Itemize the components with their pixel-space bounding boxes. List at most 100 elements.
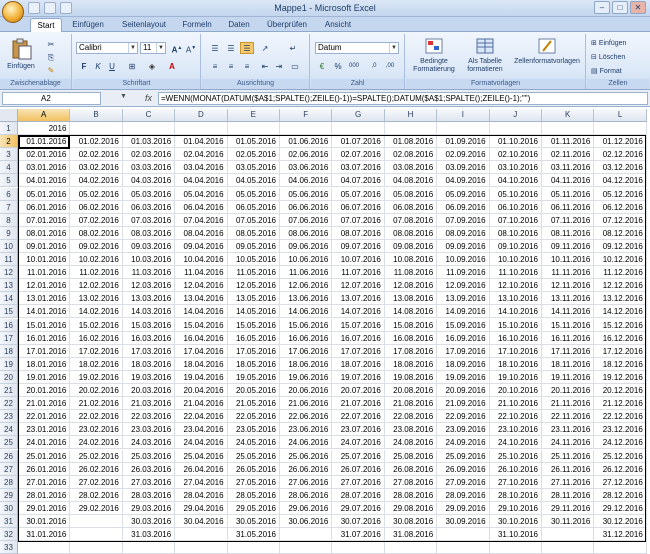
cell-c32[interactable]: 31.03.2016: [122, 528, 176, 542]
cell-c13[interactable]: 12.03.2016: [122, 279, 176, 293]
cell-h20[interactable]: 19.08.2016: [384, 370, 438, 384]
column-header-l[interactable]: L: [594, 109, 647, 122]
currency-icon[interactable]: €: [315, 60, 329, 72]
cell-b14[interactable]: 13.02.2016: [70, 292, 123, 306]
cell-e25[interactable]: 24.05.2016: [227, 436, 280, 450]
cell-g31[interactable]: 30.07.2016: [332, 515, 385, 529]
cell-g12[interactable]: 11.07.2016: [332, 266, 385, 280]
insert-function-icon[interactable]: fx: [145, 92, 157, 105]
cell-b4[interactable]: 03.02.2016: [70, 161, 123, 175]
row-header[interactable]: 22: [0, 397, 18, 411]
cell-f24[interactable]: 23.06.2016: [280, 423, 333, 437]
cell-g22[interactable]: 21.07.2016: [332, 397, 385, 411]
cell-j4[interactable]: 03.10.2016: [489, 161, 542, 175]
cell-j20[interactable]: 19.10.2016: [489, 370, 542, 384]
column-header-h[interactable]: H: [384, 109, 438, 122]
cell-e26[interactable]: 25.05.2016: [227, 449, 280, 463]
cell-c16[interactable]: 15.03.2016: [122, 318, 176, 332]
cell-d18[interactable]: 17.04.2016: [175, 344, 228, 358]
cell-b24[interactable]: 23.02.2016: [70, 423, 123, 437]
close-button[interactable]: ✕: [630, 1, 646, 14]
cell-k1[interactable]: [542, 122, 595, 136]
align-left-icon[interactable]: ≡: [208, 60, 222, 72]
cell-c1[interactable]: [122, 122, 176, 136]
cell-k26[interactable]: 25.11.2016: [542, 449, 595, 463]
cell-j13[interactable]: 12.10.2016: [489, 279, 542, 293]
cell-f32[interactable]: [280, 528, 333, 542]
cell-b10[interactable]: 09.02.2016: [70, 239, 123, 253]
cell-g7[interactable]: 06.07.2016: [332, 200, 385, 214]
cut-icon[interactable]: ✂: [44, 38, 58, 50]
cell-e16[interactable]: 15.05.2016: [227, 318, 280, 332]
cell-a3[interactable]: 02.01.2016: [18, 148, 71, 162]
row-header[interactable]: 17: [0, 331, 18, 345]
cell-d3[interactable]: 02.04.2016: [175, 148, 228, 162]
cell-a1[interactable]: 2016: [18, 122, 71, 136]
cell-i21[interactable]: 20.09.2016: [437, 384, 490, 398]
cell-e14[interactable]: 13.05.2016: [227, 292, 280, 306]
cell-i13[interactable]: 12.09.2016: [437, 279, 490, 293]
cell-g19[interactable]: 18.07.2016: [332, 357, 385, 371]
cell-a11[interactable]: 10.01.2016: [18, 253, 71, 267]
cell-e30[interactable]: 29.05.2016: [227, 501, 280, 515]
cell-g5[interactable]: 04.07.2016: [332, 174, 385, 188]
column-header-c[interactable]: C: [122, 109, 176, 122]
cell-b31[interactable]: [70, 515, 123, 529]
cell-d31[interactable]: 30.04.2016: [175, 515, 228, 529]
cell-i27[interactable]: 26.09.2016: [437, 462, 490, 476]
cell-d29[interactable]: 28.04.2016: [175, 488, 228, 502]
cell-g8[interactable]: 07.07.2016: [332, 213, 385, 227]
cell-a9[interactable]: 08.01.2016: [18, 226, 71, 240]
cell-l30[interactable]: 29.12.2016: [594, 501, 647, 515]
cell-k20[interactable]: 19.11.2016: [542, 370, 595, 384]
cell-i14[interactable]: 13.09.2016: [437, 292, 490, 306]
row-header[interactable]: 28: [0, 475, 18, 489]
cell-c26[interactable]: 25.03.2016: [122, 449, 176, 463]
row-header[interactable]: 25: [0, 436, 18, 450]
cell-k7[interactable]: 06.11.2016: [542, 200, 595, 214]
cell-b9[interactable]: 08.02.2016: [70, 226, 123, 240]
cell-g25[interactable]: 24.07.2016: [332, 436, 385, 450]
cell-f20[interactable]: 19.06.2016: [280, 370, 333, 384]
cell-j31[interactable]: 30.10.2016: [489, 515, 542, 529]
tab-seitenlayout[interactable]: Seitenlayout: [118, 18, 170, 32]
cell-d4[interactable]: 03.04.2016: [175, 161, 228, 175]
cell-k15[interactable]: 14.11.2016: [542, 305, 595, 319]
row-header[interactable]: 32: [0, 528, 18, 542]
cell-f1[interactable]: [280, 122, 333, 136]
cell-g30[interactable]: 29.07.2016: [332, 501, 385, 515]
cell-i19[interactable]: 18.09.2016: [437, 357, 490, 371]
cell-b30[interactable]: 29.02.2016: [70, 501, 123, 515]
cell-h11[interactable]: 10.08.2016: [384, 253, 438, 267]
cell-b21[interactable]: 20.02.2016: [70, 384, 123, 398]
row-header[interactable]: 7: [0, 200, 18, 214]
cell-l23[interactable]: 22.12.2016: [594, 410, 647, 424]
cell-j30[interactable]: 29.10.2016: [489, 501, 542, 515]
cell-f22[interactable]: 21.06.2016: [280, 397, 333, 411]
cell-d10[interactable]: 09.04.2016: [175, 239, 228, 253]
format-as-table-button[interactable]: Als Tabelle formatieren: [462, 37, 508, 74]
cell-h28[interactable]: 27.08.2016: [384, 475, 438, 489]
cell-j1[interactable]: [489, 122, 542, 136]
cell-j5[interactable]: 04.10.2016: [489, 174, 542, 188]
cell-a22[interactable]: 21.01.2016: [18, 397, 71, 411]
cell-g11[interactable]: 10.07.2016: [332, 253, 385, 267]
cell-j33[interactable]: [489, 541, 542, 554]
cell-k10[interactable]: 09.11.2016: [542, 239, 595, 253]
row-header[interactable]: 2: [0, 135, 18, 149]
cell-j15[interactable]: 14.10.2016: [489, 305, 542, 319]
cell-d5[interactable]: 04.04.2016: [175, 174, 228, 188]
cell-e22[interactable]: 21.05.2016: [227, 397, 280, 411]
cell-i15[interactable]: 14.09.2016: [437, 305, 490, 319]
cell-f16[interactable]: 15.06.2016: [280, 318, 333, 332]
cell-j24[interactable]: 23.10.2016: [489, 423, 542, 437]
cell-l21[interactable]: 20.12.2016: [594, 384, 647, 398]
cell-l7[interactable]: 06.12.2016: [594, 200, 647, 214]
cell-k9[interactable]: 08.11.2016: [542, 226, 595, 240]
cell-d32[interactable]: [175, 528, 228, 542]
cell-k25[interactable]: 24.11.2016: [542, 436, 595, 450]
cell-i22[interactable]: 21.09.2016: [437, 397, 490, 411]
cell-i8[interactable]: 07.09.2016: [437, 213, 490, 227]
cell-k18[interactable]: 17.11.2016: [542, 344, 595, 358]
cell-k14[interactable]: 13.11.2016: [542, 292, 595, 306]
